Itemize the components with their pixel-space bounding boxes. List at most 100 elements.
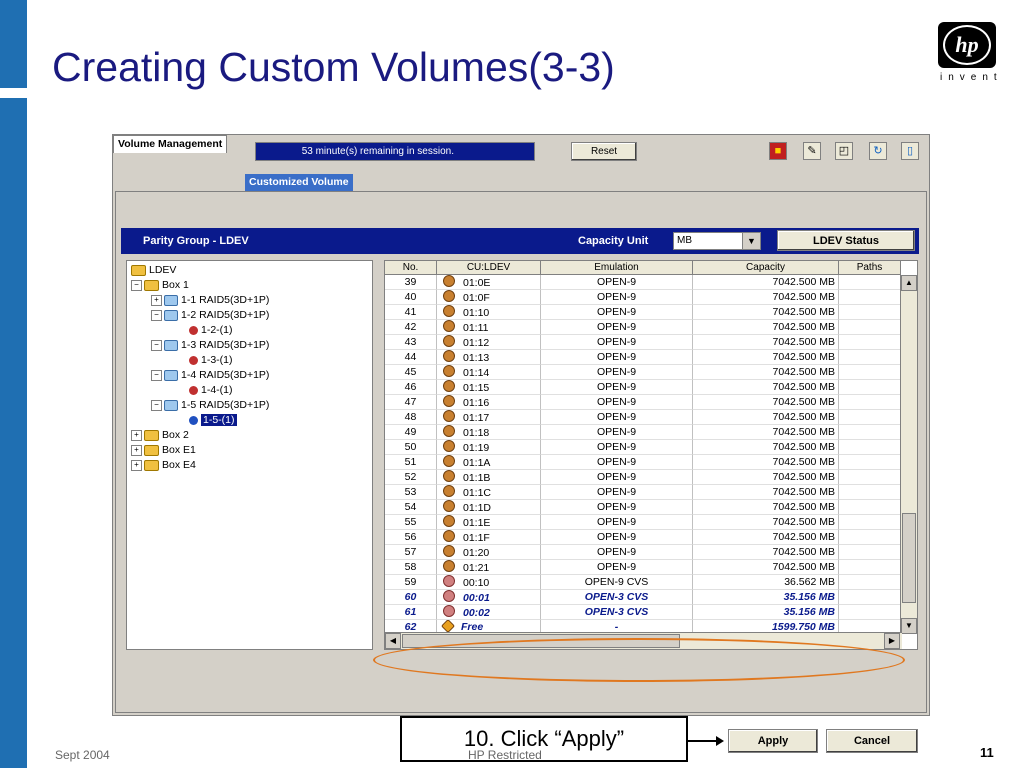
folder-icon [144,459,159,471]
tree-node-parity-1-4[interactable]: −1-4 RAID5(3D+1P) [151,368,269,383]
table-cell-cu-ldev: 01:14 [437,365,541,380]
vertical-scrollbar[interactable]: ▲ ▼ [900,275,917,634]
table-row[interactable]: 41 01:10 OPEN-9 7042.500 MB [385,305,901,320]
tree-node-ldev[interactable]: LDEV [131,263,176,278]
table-row[interactable]: 54 01:1D OPEN-9 7042.500 MB [385,500,901,515]
cu-ldev-value: 01:1B [463,472,491,484]
refresh-icon[interactable]: ↻ [869,142,887,160]
table-cell-emulation: OPEN-9 [541,455,693,470]
apply-button[interactable]: Apply [728,729,818,753]
table-row[interactable]: 39 01:0E OPEN-9 7042.500 MB [385,275,901,290]
table-cell-capacity: 7042.500 MB [693,560,839,575]
tree-node-boxe4[interactable]: + Box E4 [131,458,196,473]
table-cell-paths [839,305,901,320]
tree-node-ldev-1-5-1[interactable]: 1-5-(1) [189,413,237,428]
table-row[interactable]: 44 01:13 OPEN-9 7042.500 MB [385,350,901,365]
table-row[interactable]: 56 01:1F OPEN-9 7042.500 MB [385,530,901,545]
table-row[interactable]: 61 00:02 OPEN-3 CVS 35.156 MB [385,605,901,620]
scroll-left-icon[interactable]: ◀ [385,633,401,649]
table-row[interactable]: 48 01:17 OPEN-9 7042.500 MB [385,410,901,425]
table-row[interactable]: 49 01:18 OPEN-9 7042.500 MB [385,425,901,440]
tree-node-boxe1[interactable]: + Box E1 [131,443,196,458]
table-cell-cu-ldev: 01:21 [437,560,541,575]
tree-node-parity-1-1[interactable]: +1-1 RAID5(3D+1P) [151,293,269,308]
column-header-cu-ldev[interactable]: CU:LDEV [437,261,541,275]
table-cell-no: 41 [385,305,437,320]
collapse-icon[interactable]: − [151,399,162,411]
table-row[interactable]: 45 01:14 OPEN-9 7042.500 MB [385,365,901,380]
capacity-unit-select[interactable]: MB ▼ [673,232,761,250]
tree-node-box1[interactable]: − Box 1 [131,278,189,293]
tree-node-ldev-1-2-1[interactable]: 1-2-(1) [189,323,233,338]
column-header-capacity[interactable]: Capacity [693,261,839,275]
table-cell-capacity: 7042.500 MB [693,395,839,410]
column-header-paths[interactable]: Paths [839,261,901,275]
parity-group-header: Parity Group - LDEV Capacity Unit MB ▼ L… [121,228,919,254]
lock-icon[interactable]: ■ [769,142,787,160]
table-cell-no: 44 [385,350,437,365]
tree-node-box2[interactable]: + Box 2 [131,428,189,443]
scroll-down-icon[interactable]: ▼ [901,618,917,634]
collapse-icon[interactable]: − [151,309,162,321]
table-row[interactable]: 46 01:15 OPEN-9 7042.500 MB [385,380,901,395]
table-cell-cu-ldev: 01:16 [437,395,541,410]
column-header-emulation[interactable]: Emulation [541,261,693,275]
reset-button[interactable]: Reset [571,142,637,161]
table-cell-paths [839,590,901,605]
tree-node-ldev-1-3-1[interactable]: 1-3-(1) [189,353,233,368]
table-cell-cu-ldev: 01:17 [437,410,541,425]
collapse-icon[interactable]: − [151,339,162,351]
table-row[interactable]: 52 01:1B OPEN-9 7042.500 MB [385,470,901,485]
ldev-status-button[interactable]: LDEV Status [777,230,915,251]
ldev-icon [443,530,455,542]
collapse-icon[interactable]: − [131,279,142,291]
table-row[interactable]: 60 00:01 OPEN-3 CVS 35.156 MB [385,590,901,605]
scroll-thumb[interactable] [402,634,680,648]
table-cell-paths [839,530,901,545]
table-row[interactable]: 50 01:19 OPEN-9 7042.500 MB [385,440,901,455]
tree-node-parity-1-5[interactable]: −1-5 RAID5(3D+1P) [151,398,269,413]
tree-node-parity-1-2[interactable]: −1-2 RAID5(3D+1P) [151,308,269,323]
table-cell-cu-ldev: 00:10 [437,575,541,590]
pen-icon[interactable]: ✎ [803,142,821,160]
tab-volume-management[interactable]: Volume Management [113,135,228,153]
table-row[interactable]: 58 01:21 OPEN-9 7042.500 MB [385,560,901,575]
column-header-no[interactable]: No. [385,261,437,275]
table-cell-capacity: 7042.500 MB [693,365,839,380]
table-row[interactable]: 47 01:16 OPEN-9 7042.500 MB [385,395,901,410]
table-row[interactable]: 53 01:1C OPEN-9 7042.500 MB [385,485,901,500]
collapse-icon[interactable]: − [151,369,162,381]
scroll-up-icon[interactable]: ▲ [901,275,917,291]
table-row[interactable]: 59 00:10 OPEN-9 CVS 36.562 MB [385,575,901,590]
table-row[interactable]: 43 01:12 OPEN-9 7042.500 MB [385,335,901,350]
table-row[interactable]: 42 01:11 OPEN-9 7042.500 MB [385,320,901,335]
table-row[interactable]: 55 01:1E OPEN-9 7042.500 MB [385,515,901,530]
cancel-button[interactable]: Cancel [826,729,918,753]
tab-customized-volume[interactable]: Customized Volume [245,174,353,191]
table-row[interactable]: 57 01:20 OPEN-9 7042.500 MB [385,545,901,560]
expand-icon[interactable]: + [131,444,142,456]
expand-icon[interactable]: + [131,429,142,441]
table-cell-no: 42 [385,320,437,335]
ldev-icon [443,350,455,362]
tree-node-parity-1-3[interactable]: −1-3 RAID5(3D+1P) [151,338,269,353]
search-doc-icon[interactable]: ◰ [835,142,853,160]
table-cell-capacity: 7042.500 MB [693,545,839,560]
table-cell-emulation: OPEN-9 [541,410,693,425]
table-cell-no: 51 [385,455,437,470]
ldev-icon [443,380,455,392]
exit-icon[interactable]: ▯ [901,142,919,160]
table-row[interactable]: 51 01:1A OPEN-9 7042.500 MB [385,455,901,470]
expand-icon[interactable]: + [151,294,162,306]
table-cell-capacity: 35.156 MB [693,605,839,620]
scroll-thumb[interactable] [902,513,916,603]
footer-classification: HP Restricted [468,748,542,762]
table-cell-cu-ldev: 01:1A [437,455,541,470]
expand-icon[interactable]: + [131,459,142,471]
chevron-down-icon[interactable]: ▼ [742,233,760,249]
table-row[interactable]: 40 01:0F OPEN-9 7042.500 MB [385,290,901,305]
horizontal-scrollbar[interactable]: ◀ ▶ [385,632,902,649]
scroll-right-icon[interactable]: ▶ [884,633,900,649]
folder-icon [144,444,159,456]
tree-node-ldev-1-4-1[interactable]: 1-4-(1) [189,383,233,398]
